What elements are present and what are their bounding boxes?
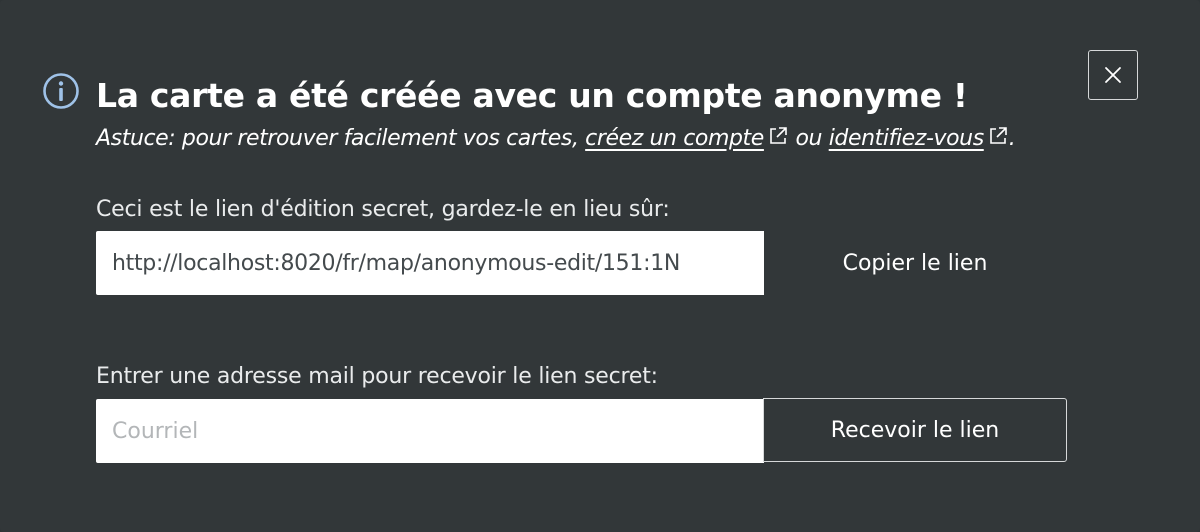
tip-text: Astuce: pour retrouver facilement vos ca… bbox=[96, 122, 1016, 156]
anonymous-map-dialog: La carte a été créée avec un compte anon… bbox=[0, 0, 1200, 532]
receive-link-button[interactable]: Recevoir le lien bbox=[763, 398, 1067, 462]
close-icon bbox=[1105, 67, 1121, 83]
dialog-title: La carte a été créée avec un compte anon… bbox=[96, 76, 968, 115]
close-button[interactable] bbox=[1088, 50, 1138, 100]
email-label: Entrer une adresse mail pour recevoir le… bbox=[96, 364, 658, 389]
external-link-icon bbox=[989, 127, 1007, 144]
info-circle-icon bbox=[43, 73, 79, 109]
login-link-label: identifiez-vous bbox=[828, 126, 984, 151]
tip-middle: ou bbox=[788, 126, 829, 151]
email-field[interactable] bbox=[96, 399, 764, 463]
external-link-icon bbox=[770, 127, 787, 144]
create-account-link[interactable]: créez un compte bbox=[585, 126, 764, 151]
tip-prefix: Astuce: pour retrouver facilement vos ca… bbox=[96, 126, 586, 151]
secret-link-field[interactable] bbox=[96, 231, 764, 295]
copy-link-button[interactable]: Copier le lien bbox=[764, 231, 1066, 295]
secret-link-label: Ceci est le lien d'édition secret, garde… bbox=[96, 197, 670, 222]
create-account-link-label: créez un compte bbox=[585, 126, 764, 151]
login-link[interactable]: identifiez-vous bbox=[829, 126, 984, 151]
tip-suffix: . bbox=[1008, 126, 1016, 151]
